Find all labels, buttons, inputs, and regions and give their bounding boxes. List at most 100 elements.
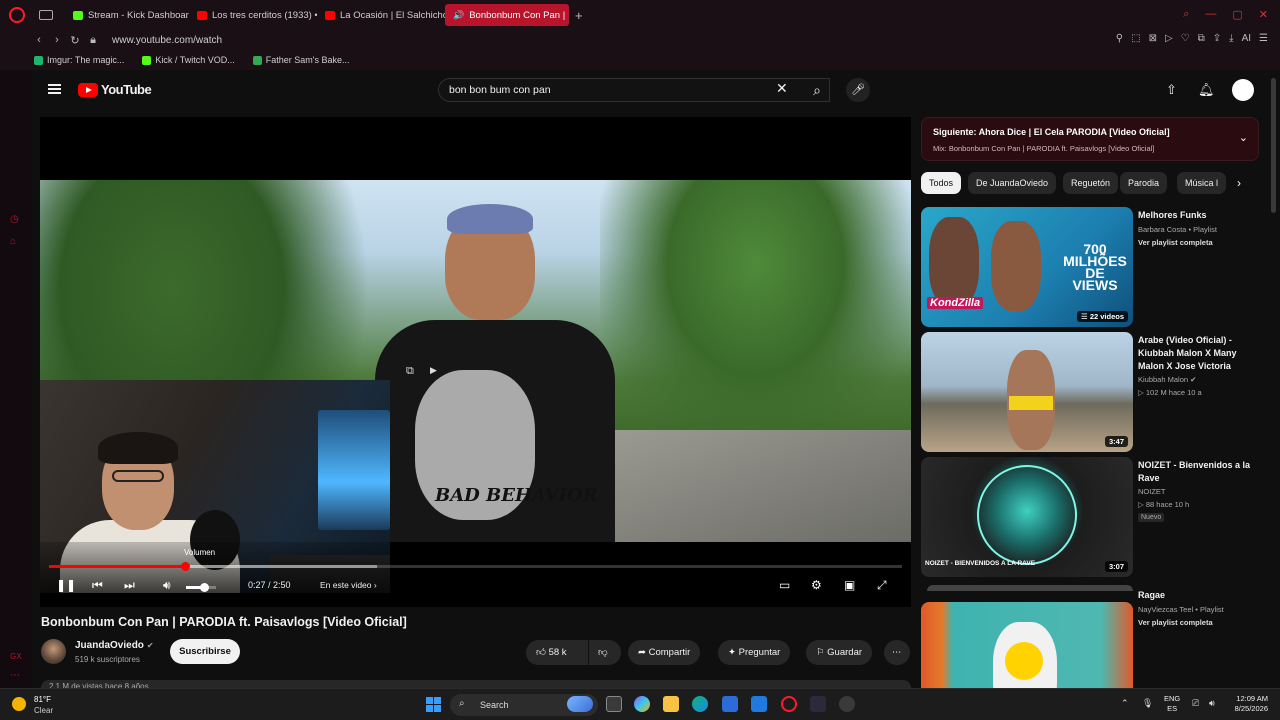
volume-icon[interactable]: 🔊︎ <box>163 578 171 593</box>
tray-chevron-up-icon[interactable]: ⌃ <box>1121 698 1129 709</box>
maximize-icon[interactable]: ▢ <box>1232 8 1242 21</box>
edge-icon[interactable] <box>692 696 708 712</box>
thumbnail[interactable]: 700 MILHÕES DE VIEWS KondZilla ☰ 22 vide… <box>921 207 1133 327</box>
video-player[interactable]: BAD BEHAVIOR ⧉ ▶ Volumen ❚❚ ⏮︎ ⏭︎ 🔊︎ 0:2… <box>40 117 911 607</box>
store-icon[interactable] <box>722 696 738 712</box>
app-icon[interactable] <box>839 696 855 712</box>
opera-logo-icon[interactable] <box>9 7 25 23</box>
play-next-icon[interactable]: ▶ <box>430 365 437 376</box>
chip-de-juandaoviedo[interactable]: De JuandaOviedo <box>968 172 1057 194</box>
rec-title[interactable]: Melhores Funks <box>1138 209 1258 222</box>
more-icon[interactable]: ⋯ <box>10 670 20 681</box>
channel-name[interactable]: JuandaOviedo ✔ <box>75 640 154 651</box>
search-icon[interactable]: ⌕ <box>802 78 832 102</box>
chip-regueton[interactable]: Reguetón <box>1063 172 1119 194</box>
history-icon[interactable]: ◷ <box>10 214 19 225</box>
menu-icon[interactable]: ☰ <box>1259 33 1268 44</box>
view-full-playlist[interactable]: Ver playlist completa <box>1138 618 1213 627</box>
rec-title[interactable]: NOIZET - Bienvenidos a la Rave <box>1138 459 1258 485</box>
chip-todos[interactable]: Todos <box>921 172 962 194</box>
view-full-playlist[interactable]: Ver playlist completa <box>1138 238 1213 247</box>
list-item[interactable]: 3:47 Arabe (Video Oficial) - Kiubbah Mal… <box>921 332 1271 452</box>
url-field[interactable]: www.youtube.com/watch <box>112 35 222 46</box>
share-button[interactable]: ➦ Compartir <box>628 640 701 665</box>
file-explorer-icon[interactable] <box>663 696 679 712</box>
theater-mode-icon[interactable]: ▣ <box>844 578 855 592</box>
more-actions-icon[interactable]: ⋯ <box>884 640 910 665</box>
description-box[interactable]: 2,1 M de vistas hace 8 años <box>41 680 911 688</box>
channel-avatar[interactable] <box>41 639 66 664</box>
chip-parodia[interactable]: Parodia <box>1120 172 1168 194</box>
account-avatar[interactable] <box>1232 79 1254 101</box>
pause-icon[interactable]: ❚❚ <box>56 578 76 592</box>
pin-icon[interactable]: ⚲ <box>1116 33 1123 44</box>
outlook-icon[interactable] <box>751 696 767 712</box>
page-scrollbar[interactable] <box>1271 78 1276 213</box>
upload-icon[interactable]: ⇧ <box>1166 82 1177 98</box>
subscribe-button[interactable]: Suscribirse <box>170 639 240 664</box>
guide-menu-icon[interactable] <box>48 84 61 94</box>
chip-musica[interactable]: Música l <box>1177 172 1227 194</box>
tab-kick-dashboard[interactable]: Stream - Kick Dashboard <box>65 4 189 26</box>
tab-tres-cerditos[interactable]: Los tres cerditos (1933) • <box>189 4 317 26</box>
search-input[interactable]: bon bon bum con pan <box>438 78 830 102</box>
progress-scrubber[interactable] <box>180 562 190 571</box>
dislike-button[interactable]: 👎︎ <box>589 640 621 665</box>
reload-icon[interactable]: ↻ <box>66 34 84 47</box>
search-tabs-icon[interactable]: ⌕ <box>1183 8 1189 21</box>
language-indicator[interactable]: ENG ES <box>1164 694 1180 714</box>
tab-la-ocasion[interactable]: La Ocasión | El Salchichón <box>317 4 445 26</box>
volume-tray-icon[interactable]: 🔊︎ <box>1209 698 1215 709</box>
minimize-icon[interactable]: — <box>1205 8 1216 21</box>
list-item[interactable]: 700 MILHÕES DE VIEWS KondZilla ☰ 22 vide… <box>921 207 1271 327</box>
miniplayer-icon[interactable]: ⧉ <box>406 365 414 378</box>
tab-bonbonbum[interactable]: 🔊 Bonbonbum Con Pan | <box>445 4 569 26</box>
list-item[interactable]: Ragae NayViezcas Teel • Playlist Ver pla… <box>921 585 1271 688</box>
voice-search-icon[interactable]: 🎤︎ <box>846 78 870 102</box>
like-button[interactable]: 👍︎ 58 k <box>526 640 588 665</box>
obs-icon[interactable] <box>810 696 826 712</box>
bag-icon[interactable]: ⌂ <box>10 236 16 247</box>
chevron-down-icon[interactable]: ⌄ <box>1239 131 1248 144</box>
copilot-icon[interactable] <box>634 696 650 712</box>
flow-icon[interactable]: ▷ <box>1165 33 1173 44</box>
subtitles-icon[interactable]: ▭ <box>779 578 790 592</box>
previous-icon[interactable]: ⏮︎ <box>92 578 103 593</box>
next-icon[interactable]: ⏭︎ <box>124 578 135 593</box>
task-view-icon[interactable] <box>606 696 622 712</box>
network-icon[interactable]: ⎚ <box>1192 698 1199 709</box>
progress-bar[interactable] <box>49 562 902 571</box>
system-clock[interactable]: 12:09 AM 8/25/2026 <box>1226 694 1268 714</box>
thumbnail[interactable] <box>921 602 1133 688</box>
rec-title[interactable]: Arabe (Video Oficial) - Kiubbah Malon X … <box>1138 334 1258 373</box>
list-item[interactable]: NOIZET - BIENVENIDOS A LA RAVE 3:07 NOIZ… <box>921 457 1271 577</box>
youtube-logo[interactable]: YouTube <box>78 82 152 97</box>
gx-icon[interactable]: GX <box>10 652 22 661</box>
rec-title[interactable]: Ragae <box>1138 589 1258 602</box>
download-icon[interactable]: ⤓ <box>1229 33 1233 44</box>
back-icon[interactable]: ‹ <box>30 34 48 46</box>
heart-icon[interactable]: ♡ <box>1181 33 1190 44</box>
share-icon[interactable]: ⇪ <box>1213 33 1221 44</box>
bookmark-kick-twitch[interactable]: Kick / Twitch VOD... <box>142 55 235 65</box>
windows-start-icon[interactable] <box>426 697 441 712</box>
bookmark-imgur[interactable]: Imgur: The magic... <box>34 55 124 65</box>
thumbnail[interactable]: NOIZET - BIENVENIDOS A LA RAVE 3:07 <box>921 457 1133 577</box>
chevron-right-icon[interactable]: › <box>1237 176 1241 190</box>
clear-search-icon[interactable]: ✕ <box>776 80 788 97</box>
bookmark-father-sams[interactable]: Father Sam's Bake... <box>252 55 350 65</box>
up-next-banner[interactable]: Siguiente: Ahora Dice | El Cela PARODIA … <box>921 117 1259 161</box>
notifications-icon[interactable]: 🔔︎ <box>1198 82 1215 98</box>
ask-button[interactable]: ✦ Preguntar <box>718 640 791 665</box>
save-button[interactable]: ⚐ Guardar <box>806 640 873 665</box>
chapters-button[interactable]: En este video › <box>320 580 377 590</box>
aria-ai-icon[interactable]: AI <box>1242 33 1251 44</box>
extensions-icon[interactable]: ⧉ <box>1198 33 1205 44</box>
adblock-icon[interactable]: ⊠ <box>1149 33 1157 44</box>
settings-icon[interactable]: ⚙ <box>811 578 822 592</box>
opera-gx-icon[interactable] <box>781 696 797 712</box>
new-tab-button[interactable]: + <box>569 8 589 23</box>
fullscreen-icon[interactable]: ⤢ <box>877 578 887 593</box>
volume-slider[interactable] <box>186 583 216 592</box>
close-icon[interactable]: ✕ <box>1259 8 1268 21</box>
